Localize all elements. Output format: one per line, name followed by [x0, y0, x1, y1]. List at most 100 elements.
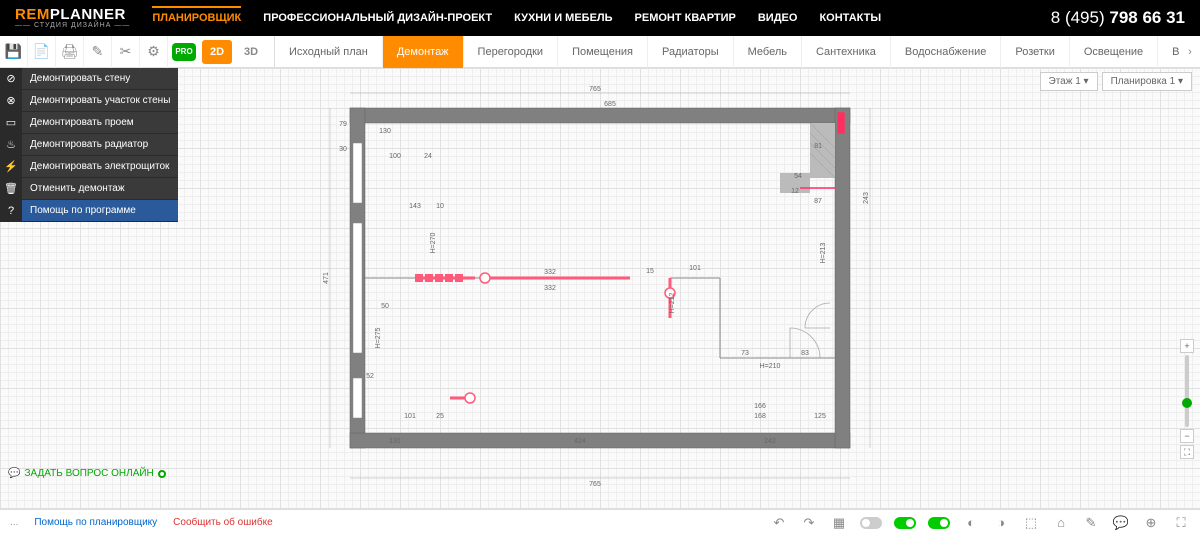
svg-text:H=275: H=275	[375, 327, 382, 348]
svg-text:H=210: H=210	[760, 363, 781, 370]
tool-panel: ⊘Демонтировать стену ⊗Демонтировать учас…	[0, 68, 178, 222]
nav-design[interactable]: ПРОФЕССИОНАЛЬНЫЙ ДИЗАЙН-ПРОЕКТ	[263, 12, 492, 24]
print-icon[interactable]: 🖨	[56, 36, 84, 68]
layout-dropdown[interactable]: Планировка 1 ▾	[1102, 72, 1192, 91]
pen-icon[interactable]: ✎	[1082, 514, 1100, 532]
grid-icon[interactable]: ▦	[830, 514, 848, 532]
demolish-panel-icon: ⚡	[0, 156, 22, 177]
svg-text:H=213: H=213	[820, 242, 827, 263]
tool-demolish-opening[interactable]: ▭Демонтировать проем	[0, 112, 178, 134]
target-icon[interactable]: ⊕	[1142, 514, 1160, 532]
zoom-fit-icon[interactable]: ⛶	[1180, 445, 1194, 459]
opt-icon-2[interactable]: ◑	[992, 514, 1010, 532]
opt-icon-1[interactable]: ◐	[962, 514, 980, 532]
undo-icon[interactable]: ↶	[770, 514, 788, 532]
svg-text:12: 12	[791, 188, 799, 195]
svg-text:765: 765	[589, 86, 601, 93]
chat-online[interactable]: 💬 ЗАДАТЬ ВОПРОС ОНЛАЙН	[8, 468, 166, 479]
trash-icon: 🗑	[0, 178, 22, 199]
nav-planner[interactable]: ПЛАНИРОВЩИК	[152, 6, 241, 24]
floorplan[interactable]: 765 765 685 130 471 79 30 243 100 24 143…	[320, 78, 880, 498]
open-icon[interactable]: 📄	[28, 36, 56, 68]
svg-text:424: 424	[574, 438, 586, 445]
tab-radiators[interactable]: Радиаторы	[648, 36, 734, 68]
tool-demolish-section[interactable]: ⊗Демонтировать участок стены	[0, 90, 178, 112]
tool-icon-2[interactable]: ✂	[112, 36, 140, 68]
save-icon[interactable]: 💾	[0, 36, 28, 68]
nav-video[interactable]: ВИДЕО	[758, 12, 798, 24]
svg-text:125: 125	[814, 413, 826, 420]
svg-text:54: 54	[794, 173, 802, 180]
help-icon: ?	[0, 200, 22, 221]
zoom-slider[interactable]: + − ⛶	[1180, 339, 1194, 459]
view-3d[interactable]: 3D	[236, 40, 266, 64]
redo-icon[interactable]: ↷	[800, 514, 818, 532]
tab-demolition[interactable]: Демонтаж	[383, 36, 464, 68]
svg-text:242: 242	[764, 438, 776, 445]
svg-text:243: 243	[863, 192, 870, 204]
tool-demolish-radiator[interactable]: ♨Демонтировать радиатор	[0, 134, 178, 156]
svg-text:52: 52	[366, 373, 374, 380]
comment-icon[interactable]: 💬	[1112, 514, 1130, 532]
demolish-radiator-icon: ♨	[0, 134, 22, 155]
workspace[interactable]: ⊘Демонтировать стену ⊗Демонтировать учас…	[0, 68, 1200, 509]
tab-sockets[interactable]: Розетки	[1001, 36, 1070, 68]
tabs-scroll-right-icon[interactable]: ›	[1180, 46, 1200, 58]
report-link[interactable]: Сообщить об ошибке	[173, 517, 272, 528]
svg-text:100: 100	[389, 153, 401, 160]
svg-text:131: 131	[389, 438, 401, 445]
demolish-opening-icon: ▭	[0, 112, 22, 133]
phone: 8 (495) 798 66 31	[1051, 8, 1185, 28]
svg-text:101: 101	[404, 413, 416, 420]
svg-text:685: 685	[604, 101, 616, 108]
nav-repair[interactable]: РЕМОНТ КВАРТИР	[635, 12, 736, 24]
zoom-thumb[interactable]	[1182, 398, 1192, 408]
toggle-1[interactable]	[860, 517, 882, 529]
tab-rooms[interactable]: Помещения	[558, 36, 648, 68]
nav-contacts[interactable]: КОНТАКТЫ	[819, 12, 881, 24]
view-2d[interactable]: 2D	[202, 40, 232, 64]
tab-water[interactable]: Водоснабжение	[891, 36, 1001, 68]
demolish-wall-icon: ⊘	[0, 68, 22, 89]
svg-text:101: 101	[689, 265, 701, 272]
tool-help[interactable]: ?Помощь по программе	[0, 200, 178, 222]
fullscreen-icon[interactable]: ⛶	[1172, 514, 1190, 532]
svg-text:168: 168	[754, 413, 766, 420]
tab-original[interactable]: Исходный план	[275, 36, 383, 68]
svg-text:73: 73	[741, 350, 749, 357]
nav-kitchen[interactable]: КУХНИ И МЕБЕЛЬ	[514, 12, 612, 24]
svg-text:332: 332	[544, 285, 556, 292]
zoom-out-icon[interactable]: −	[1180, 429, 1194, 443]
toggle-2[interactable]	[894, 517, 916, 529]
tab-lighting[interactable]: Освещение	[1070, 36, 1158, 68]
pro-badge[interactable]: PRO	[172, 43, 196, 61]
tool-undo-demolish[interactable]: 🗑Отменить демонтаж	[0, 178, 178, 200]
help-link[interactable]: Помощь по планировщику	[34, 517, 157, 528]
opt-icon-3[interactable]: ⬚	[1022, 514, 1040, 532]
tab-plumbing[interactable]: Сантехника	[802, 36, 891, 68]
svg-text:166: 166	[754, 403, 766, 410]
floor-dropdown[interactable]: Этаж 1 ▾	[1040, 72, 1098, 91]
logo[interactable]: REMPLANNER —— СТУДИЯ ДИЗАЙНА ——	[15, 7, 130, 29]
svg-text:332: 332	[544, 269, 556, 276]
svg-text:30: 30	[339, 146, 347, 153]
svg-text:50: 50	[381, 303, 389, 310]
toggle-3[interactable]	[928, 517, 950, 529]
svg-text:25: 25	[436, 413, 444, 420]
svg-text:H=212: H=212	[669, 292, 676, 313]
tab-switches[interactable]: Выключатели	[1158, 36, 1180, 68]
tool-icon-1[interactable]: ✎	[84, 36, 112, 68]
svg-text:24: 24	[424, 153, 432, 160]
home-icon[interactable]: ⌂	[1052, 514, 1070, 532]
svg-text:83: 83	[801, 350, 809, 357]
tool-demolish-wall[interactable]: ⊘Демонтировать стену	[0, 68, 178, 90]
svg-text:81: 81	[814, 143, 822, 150]
svg-text:H=270: H=270	[430, 232, 437, 253]
tab-furniture[interactable]: Мебель	[734, 36, 802, 68]
zoom-in-icon[interactable]: +	[1180, 339, 1194, 353]
svg-text:130: 130	[379, 128, 391, 135]
tab-partitions[interactable]: Перегородки	[464, 36, 559, 68]
plan-tabs: Исходный план Демонтаж Перегородки Помещ…	[274, 36, 1180, 68]
tool-demolish-panel[interactable]: ⚡Демонтировать электрощиток	[0, 156, 178, 178]
tool-icon-3[interactable]: ⚙	[140, 36, 168, 68]
